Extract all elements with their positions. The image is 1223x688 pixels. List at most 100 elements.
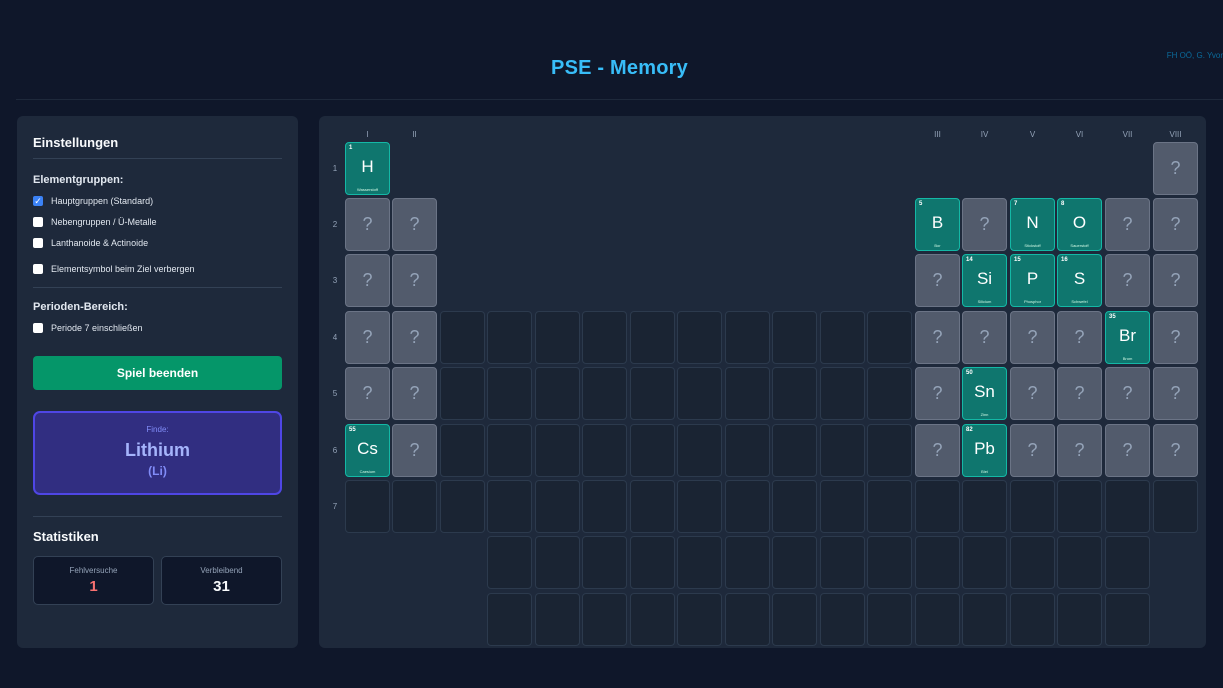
sub-groups-checkbox-box[interactable] <box>33 217 43 227</box>
element-tile-found[interactable]: 5 B Bor <box>915 198 960 251</box>
element-slot-empty <box>915 480 960 533</box>
element-slot-empty <box>962 593 1007 646</box>
element-slot-empty <box>630 536 675 589</box>
element-tile-found[interactable]: 14 Si Silicium <box>962 254 1007 307</box>
element-name: Schwefel <box>1071 299 1088 304</box>
element-symbol: O <box>1072 213 1087 232</box>
element-slot-empty <box>440 424 485 477</box>
element-slot-empty <box>677 367 722 420</box>
element-slot-empty <box>725 480 770 533</box>
divider <box>33 516 282 517</box>
element-tile-hidden[interactable]: ? <box>915 311 960 364</box>
element-symbol: N <box>1026 213 1039 232</box>
element-tile-hidden[interactable]: ? <box>1153 142 1198 195</box>
main-groups-checkbox[interactable]: Hauptgruppen (Standard) <box>33 196 153 206</box>
element-slot-empty <box>440 367 485 420</box>
group-label: VII <box>1122 130 1133 139</box>
element-slot-empty <box>535 480 580 533</box>
element-tile-hidden[interactable]: ? <box>392 424 437 477</box>
element-slot-empty <box>867 424 912 477</box>
period-label: Perioden-Bereich: <box>33 301 128 313</box>
element-name: Wasserstoff <box>357 187 378 192</box>
sub-groups-checkbox[interactable]: Nebengruppen / Ü-Metalle <box>33 217 157 227</box>
element-tile-hidden[interactable]: ? <box>392 367 437 420</box>
element-slot-empty <box>725 311 770 364</box>
element-tile-found[interactable]: 1 H Wasserstoff <box>345 142 390 195</box>
target-card: Finde: Lithium (Li) <box>33 411 282 495</box>
element-slot-empty <box>582 593 627 646</box>
element-tile-hidden[interactable]: ? <box>1057 424 1102 477</box>
element-tile-hidden[interactable]: ? <box>1153 254 1198 307</box>
element-tile-found[interactable]: 35 Br Brom <box>1105 311 1150 364</box>
element-tile-hidden[interactable]: ? <box>1010 367 1055 420</box>
element-slot-empty <box>630 367 675 420</box>
element-slot-empty <box>725 367 770 420</box>
hide-symbol-checkbox[interactable]: Elementsymbol beim Ziel verbergen <box>33 264 195 274</box>
remaining-value: 31 <box>213 578 230 595</box>
element-name: Stickstoff <box>1024 243 1041 248</box>
element-slot-empty <box>1057 536 1102 589</box>
main-groups-checkbox-box[interactable] <box>33 196 43 206</box>
lanthanides-checkbox-box[interactable] <box>33 238 43 248</box>
element-symbol: S <box>1073 269 1086 288</box>
element-slot-empty <box>820 367 865 420</box>
element-tile-hidden[interactable]: ? <box>1153 424 1198 477</box>
element-tile-found[interactable]: 8 O Sauerstoff <box>1057 198 1102 251</box>
element-tile-hidden[interactable]: ? <box>1153 198 1198 251</box>
element-name: Zinn <box>980 412 989 417</box>
element-tile-hidden[interactable]: ? <box>1153 367 1198 420</box>
lanthanides-checkbox[interactable]: Lanthanoide & Actinoide <box>33 238 148 248</box>
element-tile-found[interactable]: 16 S Schwefel <box>1057 254 1102 307</box>
element-slot-empty <box>1010 536 1055 589</box>
element-name: Brom <box>1122 356 1133 361</box>
element-slot-empty <box>772 593 817 646</box>
element-tile-found[interactable]: 55 Cs Caesium <box>345 424 390 477</box>
element-slot-empty <box>820 480 865 533</box>
element-tile-hidden[interactable]: ? <box>1153 311 1198 364</box>
divider <box>33 158 282 159</box>
element-tile-hidden[interactable]: ? <box>1057 367 1102 420</box>
element-slot-empty <box>392 480 437 533</box>
element-tile-hidden[interactable]: ? <box>915 424 960 477</box>
element-tile-hidden[interactable]: ? <box>1105 367 1150 420</box>
element-tile-found[interactable]: 15 P Phosphor <box>1010 254 1055 307</box>
element-slot-empty <box>630 593 675 646</box>
element-tile-hidden[interactable]: ? <box>392 254 437 307</box>
lanthanides-label: Lanthanoide & Actinoide <box>51 238 149 248</box>
element-slot-empty <box>820 593 865 646</box>
element-tile-hidden[interactable]: ? <box>1105 254 1150 307</box>
element-tile-hidden[interactable]: ? <box>392 311 437 364</box>
element-tile-hidden[interactable]: ? <box>345 367 390 420</box>
period7-checkbox[interactable]: Periode 7 einschließen <box>33 323 143 333</box>
element-tile-hidden[interactable]: ? <box>1010 311 1055 364</box>
element-tile-hidden[interactable]: ? <box>392 198 437 251</box>
element-number: 5 <box>919 201 923 207</box>
hide-symbol-checkbox-box[interactable] <box>33 264 43 274</box>
element-tile-found[interactable]: 82 Pb Blei <box>962 424 1007 477</box>
element-tile-hidden[interactable]: ? <box>962 198 1007 251</box>
element-slot-empty <box>1010 480 1055 533</box>
element-tile-hidden[interactable]: ? <box>345 254 390 307</box>
element-number: 55 <box>349 427 356 433</box>
element-tile-hidden[interactable]: ? <box>915 254 960 307</box>
element-tile-hidden[interactable]: ? <box>1105 424 1150 477</box>
element-tile-hidden[interactable]: ? <box>962 311 1007 364</box>
target-label: Finde: <box>146 425 169 434</box>
element-number: 1 <box>349 145 353 151</box>
end-game-button[interactable]: Spiel beenden <box>33 356 282 390</box>
element-tile-hidden[interactable]: ? <box>1105 198 1150 251</box>
element-tile-found[interactable]: 7 N Stickstoff <box>1010 198 1055 251</box>
element-tile-hidden[interactable]: ? <box>1010 424 1055 477</box>
period7-checkbox-box[interactable] <box>33 323 43 333</box>
period-label: 4 <box>332 333 338 342</box>
element-tile-hidden[interactable]: ? <box>345 311 390 364</box>
element-slot-empty <box>772 536 817 589</box>
group-label: I <box>366 130 369 139</box>
element-tile-hidden[interactable]: ? <box>1057 311 1102 364</box>
group-label: V <box>1029 130 1036 139</box>
element-tile-hidden[interactable]: ? <box>915 367 960 420</box>
element-slot-empty <box>630 424 675 477</box>
element-slot-empty <box>535 593 580 646</box>
element-tile-hidden[interactable]: ? <box>345 198 390 251</box>
element-tile-found[interactable]: 50 Sn Zinn <box>962 367 1007 420</box>
